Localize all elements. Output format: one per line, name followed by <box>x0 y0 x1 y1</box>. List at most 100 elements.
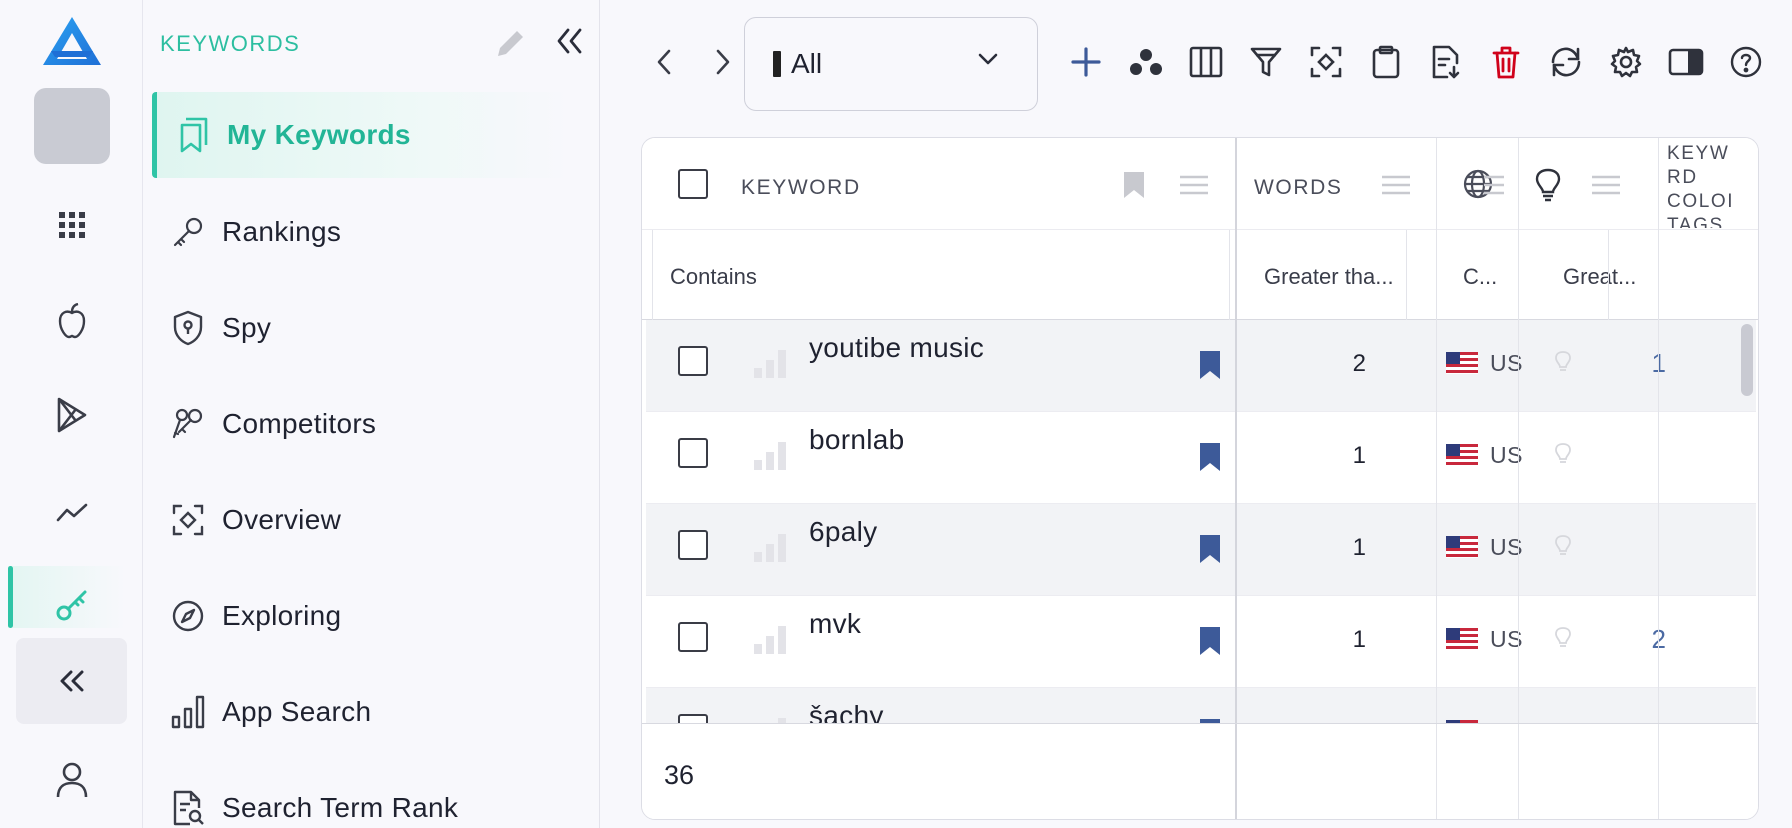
edit-icon[interactable] <box>494 26 528 65</box>
bookmark-icon[interactable] <box>1199 534 1221 564</box>
column-divider <box>652 230 653 320</box>
row-checkbox[interactable] <box>678 346 708 376</box>
help-button[interactable] <box>1724 40 1768 84</box>
bookmarks-icon <box>171 117 215 153</box>
focus-icon <box>166 504 210 536</box>
grid-icon[interactable] <box>0 200 143 250</box>
nav-item-app-search[interactable]: App Search <box>152 669 572 755</box>
toggle-panel-button[interactable] <box>1664 40 1708 84</box>
suggest-count[interactable]: 2 <box>1596 624 1666 655</box>
vertical-scrollbar[interactable] <box>1741 324 1753 396</box>
focus-icon <box>1310 46 1342 78</box>
column-menu-icon[interactable] <box>1590 174 1622 196</box>
keyword-list-select[interactable]: All <box>744 17 1038 111</box>
column-menu-icon[interactable] <box>1482 174 1506 196</box>
nav-item-overview[interactable]: Overview <box>152 477 572 563</box>
filter-suggest[interactable]: Great... <box>1563 264 1636 290</box>
column-menu-icon[interactable] <box>1178 174 1210 196</box>
column-divider <box>1229 230 1230 320</box>
keywords-grid: KEYWORD WORDS KEYW RD COLOI TAGS Contains G… <box>641 137 1759 820</box>
account-avatar[interactable] <box>34 88 110 164</box>
user-icon[interactable] <box>0 755 143 805</box>
nav-item-label: Rankings <box>222 216 342 247</box>
collapse-panel-button[interactable] <box>554 26 584 61</box>
header-color-tags[interactable]: KEYW RD COLOI TAGS <box>1667 142 1757 228</box>
row-checkbox[interactable] <box>678 530 708 560</box>
filter-button[interactable] <box>1244 40 1288 84</box>
grid-header-row: KEYWORD WORDS KEYW RD COLOI TAGS <box>642 138 1758 230</box>
word-count: 1 <box>1352 442 1366 469</box>
delete-button[interactable] <box>1484 40 1528 84</box>
lightbulb-icon <box>1555 627 1571 647</box>
trend-icon[interactable] <box>0 488 143 538</box>
table-row[interactable]: 6paly 1 US <box>646 504 1756 596</box>
column-menu-icon[interactable] <box>1380 174 1412 196</box>
suggest-count[interactable]: 1 <box>1596 348 1666 379</box>
key-icon <box>166 215 210 249</box>
nav-item-my-keywords[interactable]: My Keywords <box>152 92 572 178</box>
keyword-text: 6paly <box>809 516 878 547</box>
columns-icon <box>1189 46 1223 78</box>
lightbulb-icon <box>1555 535 1571 555</box>
document-search-icon <box>166 790 210 826</box>
us-flag-icon <box>1446 536 1478 563</box>
column-divider <box>1608 230 1609 320</box>
signal-bars-icon <box>754 626 786 654</box>
icon-rail <box>0 0 143 828</box>
nav-item-label: Competitors <box>222 408 377 439</box>
nav-item-search-term-rank[interactable]: Search Term Rank <box>152 765 572 828</box>
apple-icon[interactable] <box>0 296 143 346</box>
keyword-text: youtibe music <box>809 332 985 363</box>
double-chevron-left-icon <box>557 28 582 54</box>
collapse-rail-button[interactable] <box>16 638 127 724</box>
filter-country[interactable]: C... <box>1463 264 1497 290</box>
bookmark-icon[interactable] <box>1199 442 1221 472</box>
side-panel-icon <box>1668 48 1704 76</box>
filter-keyword[interactable]: Contains <box>670 264 757 290</box>
add-keyword-button[interactable] <box>1064 40 1108 84</box>
bookmark-icon[interactable] <box>1199 350 1221 380</box>
row-checkbox[interactable] <box>678 438 708 468</box>
forward-button[interactable] <box>701 40 745 84</box>
google-play-icon[interactable] <box>0 390 143 440</box>
bookmark-filter-icon[interactable] <box>1122 170 1146 200</box>
columns-button[interactable] <box>1184 40 1228 84</box>
focus-button[interactable] <box>1304 40 1348 84</box>
keyword-text: bornlab <box>809 424 905 455</box>
table-row[interactable]: youtibe music 2 US 1 <box>646 320 1756 412</box>
nav-item-exploring[interactable]: Exploring <box>152 573 572 659</box>
column-divider <box>1658 138 1659 819</box>
group-button[interactable] <box>1124 40 1168 84</box>
select-all-checkbox[interactable] <box>678 169 708 199</box>
nav-item-label: My Keywords <box>227 119 411 150</box>
back-button[interactable] <box>642 40 686 84</box>
nav-item-rankings[interactable]: Rankings <box>152 189 572 275</box>
nav-item-spy[interactable]: Spy <box>152 285 572 371</box>
list-color-swatch <box>773 51 781 77</box>
selected-list-label: All <box>791 48 823 79</box>
filter-words[interactable]: Greater tha... <box>1264 264 1394 290</box>
settings-button[interactable] <box>1604 40 1648 84</box>
export-button[interactable] <box>1424 40 1468 84</box>
clipboard-button[interactable] <box>1364 40 1408 84</box>
key-icon[interactable] <box>0 580 143 630</box>
toolbar: All <box>600 0 1792 128</box>
refresh-button[interactable] <box>1544 40 1588 84</box>
table-row[interactable]: mvk 1 US 2 <box>646 596 1756 688</box>
nav-item-label: Overview <box>222 504 342 535</box>
header-words[interactable]: WORDS <box>1254 176 1343 200</box>
chevron-left-icon <box>657 49 671 75</box>
column-divider <box>1406 230 1407 320</box>
word-count: 1 <box>1352 534 1366 561</box>
row-checkbox[interactable] <box>678 622 708 652</box>
header-keyword[interactable]: KEYWORD <box>741 176 861 200</box>
column-divider <box>1518 724 1519 819</box>
table-row[interactable]: bornlab 1 US <box>646 412 1756 504</box>
us-flag-icon <box>1446 444 1478 471</box>
bar-chart-icon <box>166 695 210 729</box>
lightbulb-icon[interactable] <box>1534 168 1562 202</box>
keywords-nav-panel: KEYWORDS My Keywords Rankings Spy Compet… <box>144 0 600 828</box>
app-logo[interactable] <box>0 10 143 72</box>
nav-item-competitors[interactable]: Competitors <box>152 381 572 467</box>
bookmark-icon[interactable] <box>1199 626 1221 656</box>
